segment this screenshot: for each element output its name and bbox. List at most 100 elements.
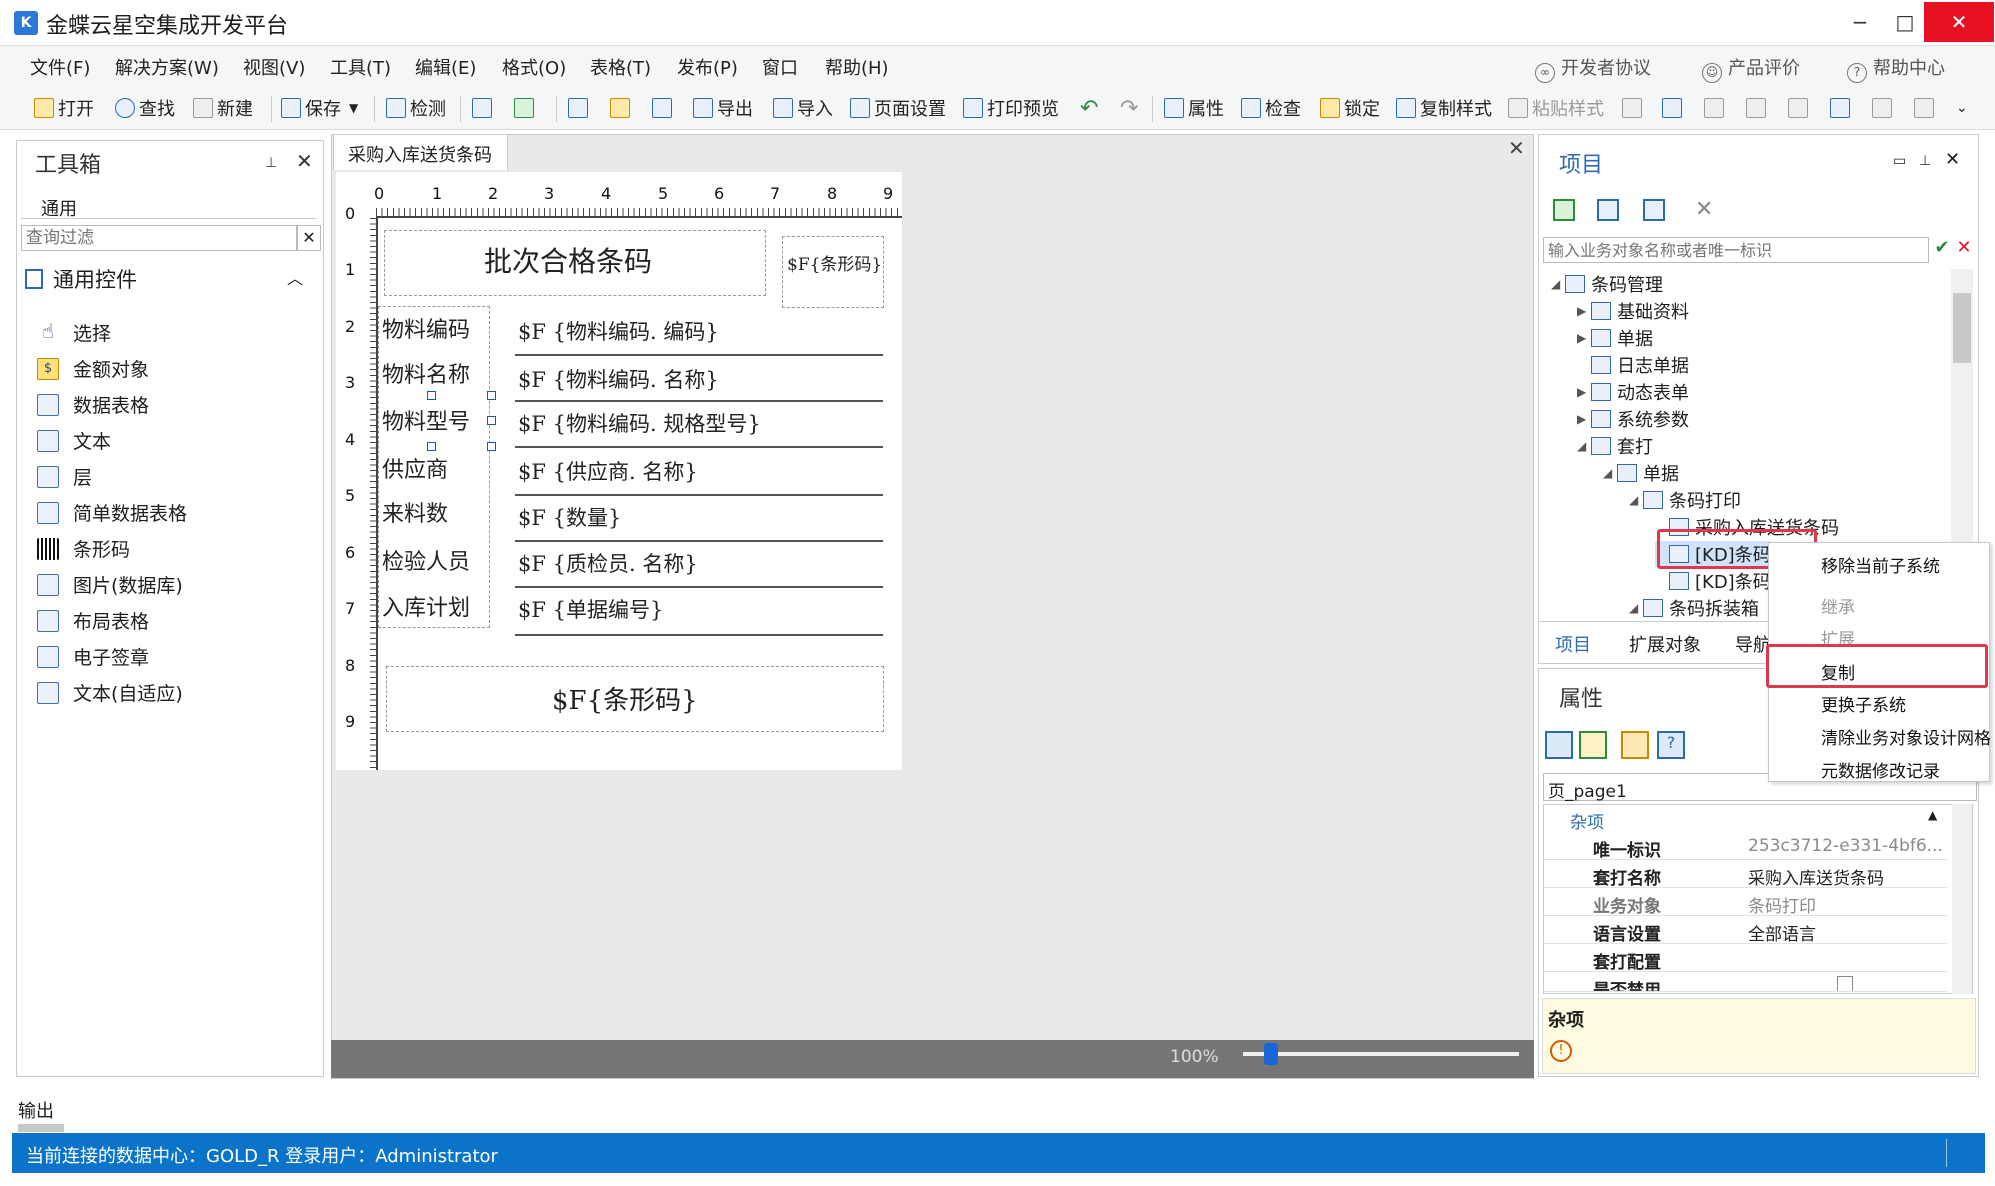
tree-item[interactable]: ◢ 条码打印	[1629, 487, 1741, 513]
page-setup-button[interactable]: 页面设置	[850, 94, 946, 122]
toolbox-item[interactable]: 文本(自适应)	[37, 679, 183, 706]
menu-item-clear-grid[interactable]: 清除业务对象设计网格	[1821, 724, 1991, 749]
menu-format[interactable]: 格式(O)	[502, 54, 566, 80]
label-cell[interactable]: 来料数	[382, 496, 448, 528]
property-pages-icon[interactable]	[1621, 731, 1649, 759]
sort-alpha-icon[interactable]	[1579, 731, 1607, 759]
close-icon[interactable]: ✕	[296, 149, 313, 173]
tree-arrow[interactable]: ▶	[1577, 385, 1591, 399]
align-button-5[interactable]	[1788, 94, 1812, 122]
menu-help[interactable]: 帮助(H)	[825, 54, 889, 80]
toolbox-item[interactable]: 条形码	[37, 535, 130, 562]
property-row[interactable]: 套打名称 采购入库送货条码	[1543, 860, 1947, 889]
table-icon-button[interactable]	[514, 94, 538, 122]
toolbox-item[interactable]: ☝ 选择	[37, 319, 111, 346]
label-cell[interactable]: 物料名称	[382, 357, 470, 389]
confirm-icon[interactable]: ✔	[1931, 237, 1953, 263]
selection-handle[interactable]	[427, 442, 436, 451]
property-row[interactable]: 套打配置	[1543, 944, 1947, 973]
property-value[interactable]: 全部语言	[1748, 920, 1816, 945]
tree-item[interactable]: ◢ 套打	[1577, 433, 1653, 459]
form-icon-button[interactable]	[472, 94, 496, 122]
property-row[interactable]: 唯一标识 253c3712-e331-4bf6...	[1543, 832, 1947, 861]
tree-arrow[interactable]: ◢	[1629, 601, 1643, 615]
inspect-button[interactable]: 检查	[1241, 94, 1301, 122]
collapse-icon[interactable]	[1597, 199, 1619, 221]
toolbox-item[interactable]: 数据表格	[37, 391, 149, 418]
toolbox-item[interactable]: 文本	[37, 427, 111, 454]
field-cell[interactable]: $F {物料编码. 名称}	[518, 364, 719, 394]
menu-table[interactable]: 表格(T)	[590, 54, 651, 80]
document-tab[interactable]: 采购入库送货条码	[333, 134, 508, 170]
field-cell[interactable]: $F {质检员. 名称}	[518, 548, 698, 578]
tab-extensions[interactable]: 扩展对象	[1629, 631, 1701, 657]
menu-item-remove-subsystem[interactable]: 移除当前子系统	[1821, 552, 1940, 577]
pin-icon[interactable]: ⊥	[265, 155, 277, 171]
copy-icon[interactable]	[1643, 199, 1665, 221]
label-title[interactable]: 批次合格条码	[484, 240, 652, 280]
open-button[interactable]: 打开	[34, 94, 94, 122]
export-button[interactable]: 导出	[693, 94, 753, 122]
check-button[interactable]: 检测	[386, 94, 446, 122]
undo-button[interactable]: ↶	[1080, 94, 1098, 122]
property-row[interactable]: 业务对象 条码打印	[1543, 888, 1947, 917]
tree-scrollbar-thumb[interactable]	[1953, 293, 1971, 363]
tab-project[interactable]: 项目	[1555, 631, 1591, 657]
tree-arrow[interactable]: ▶	[1577, 304, 1591, 318]
redo-button[interactable]: ↷	[1120, 94, 1138, 122]
tree-arrow[interactable]: ◢	[1629, 493, 1643, 507]
tree-item[interactable]: 日志单据	[1577, 352, 1689, 378]
import-button[interactable]: 导入	[773, 94, 833, 122]
edit-doc-button[interactable]	[652, 94, 676, 122]
field-cell[interactable]: $F {数量}	[518, 502, 621, 532]
output-tab[interactable]: 输出	[18, 1097, 54, 1123]
zoom-slider[interactable]	[1243, 1052, 1519, 1056]
align-button-8[interactable]	[1914, 94, 1938, 122]
copy-style-button[interactable]: 复制样式	[1396, 94, 1492, 122]
help-icon[interactable]: ?	[1657, 731, 1685, 759]
cancel-icon[interactable]: ✕	[1953, 237, 1975, 263]
tree-arrow[interactable]: ◢	[1577, 439, 1591, 453]
toolbox-group-header[interactable]: 通用控件	[25, 264, 137, 294]
tree-arrow[interactable]: ◢	[1551, 277, 1565, 291]
property-section-header[interactable]: 杂项	[1570, 808, 1604, 833]
align-button-1[interactable]	[1622, 94, 1646, 122]
toolbar-overflow-button[interactable]: ⌄	[1956, 94, 1968, 122]
zoom-slider-thumb[interactable]	[1263, 1043, 1278, 1065]
chevron-up-icon[interactable]: ▲	[1928, 808, 1937, 822]
refresh-icon[interactable]	[1553, 199, 1575, 221]
property-value[interactable]: 条码打印	[1748, 892, 1816, 917]
property-value[interactable]: 253c3712-e331-4bf6...	[1748, 836, 1943, 856]
toolbox-item[interactable]: 电子签章	[37, 643, 149, 670]
property-value[interactable]: 采购入库送货条码	[1748, 864, 1884, 889]
field-cell[interactable]: $F {单据编号}	[518, 594, 663, 624]
label-cell[interactable]: 物料编码	[382, 312, 470, 344]
align-button-6[interactable]	[1830, 94, 1854, 122]
tree-item[interactable]: [KD]条码	[1655, 568, 1771, 594]
disabled-checkbox[interactable]	[1837, 976, 1853, 991]
toolbox-item[interactable]: 简单数据表格	[37, 499, 187, 526]
menu-window[interactable]: 窗口	[762, 54, 798, 80]
tree-arrow[interactable]: ▶	[1577, 331, 1591, 345]
new-button[interactable]: 新建	[193, 94, 253, 122]
lock-button[interactable]: 锁定	[1320, 94, 1380, 122]
close-document-icon[interactable]: ✕	[1508, 136, 1525, 160]
tree-arrow[interactable]: ◢	[1603, 466, 1617, 480]
toolbox-item[interactable]: 层	[37, 463, 92, 490]
developer-agreement-link[interactable]: ∞ 开发者协议	[1535, 54, 1651, 83]
pin-icon[interactable]: ⊥	[1919, 153, 1931, 169]
align-button-7[interactable]	[1872, 94, 1896, 122]
chevron-up-icon[interactable]: ︿	[287, 265, 303, 289]
align-button-3[interactable]	[1704, 94, 1728, 122]
save-button[interactable]: 保存 ▼	[281, 94, 358, 122]
selection-handle[interactable]	[487, 416, 496, 425]
project-search-input[interactable]	[1543, 237, 1929, 263]
tree-item[interactable]: ▶ 基础资料	[1577, 298, 1689, 324]
categorized-icon[interactable]	[1545, 731, 1573, 759]
window-restore-icon[interactable]: ▭	[1893, 153, 1906, 169]
menu-file[interactable]: 文件(F)	[30, 54, 90, 80]
delete-icon[interactable]: ✕	[1695, 197, 1713, 222]
barcode-small-field[interactable]: $F{条形码}	[787, 250, 882, 275]
close-icon[interactable]: ✕	[1945, 149, 1960, 170]
menu-item-inherit[interactable]: 继承	[1821, 593, 1855, 618]
